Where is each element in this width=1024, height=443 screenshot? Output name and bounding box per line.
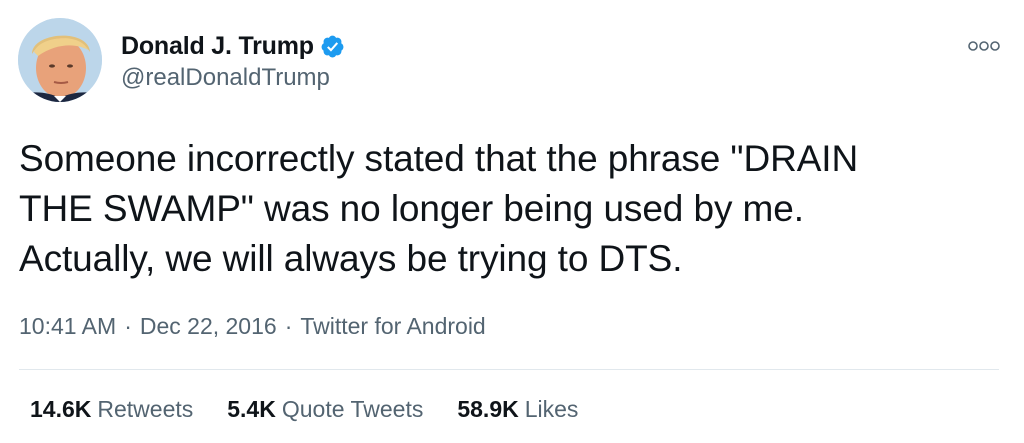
likes-stat[interactable]: 58.9K Likes [457,396,578,423]
tweet-date[interactable]: Dec 22, 2016 [140,313,277,340]
likes-label: Likes [524,396,579,422]
retweets-label: Retweets [97,396,194,422]
more-options-icon[interactable] [964,38,1004,54]
author-name-row[interactable]: Donald J. Trump [121,30,345,62]
quote-tweets-stat[interactable]: 5.4K Quote Tweets [227,396,423,423]
verified-badge-icon [320,34,345,59]
tweet-stats: 14.6K Retweets 5.4K Quote Tweets 58.9K L… [30,396,612,423]
tweet-card: Donald J. Trump @realDonaldTrump Someone… [0,0,1024,443]
meta-separator: · [284,313,293,339]
profile-photo-icon [18,18,102,102]
retweets-stat[interactable]: 14.6K Retweets [30,396,193,423]
retweets-count: 14.6K [30,396,92,422]
user-handle[interactable]: @realDonaldTrump [121,64,330,92]
tweet-meta: 10:41 AM · Dec 22, 2016 · Twitter for An… [19,313,486,340]
likes-count: 58.9K [457,396,519,422]
quote-tweets-count: 5.4K [227,396,276,422]
tweet-source[interactable]: Twitter for Android [300,313,485,340]
avatar[interactable] [18,18,102,102]
divider [19,369,999,370]
meta-separator: · [124,313,132,339]
quote-tweets-label: Quote Tweets [281,396,424,422]
tweet-text: Someone incorrectly stated that the phra… [19,138,859,279]
tweet-time[interactable]: 10:41 AM [19,313,116,340]
display-name[interactable]: Donald J. Trump [121,32,314,61]
